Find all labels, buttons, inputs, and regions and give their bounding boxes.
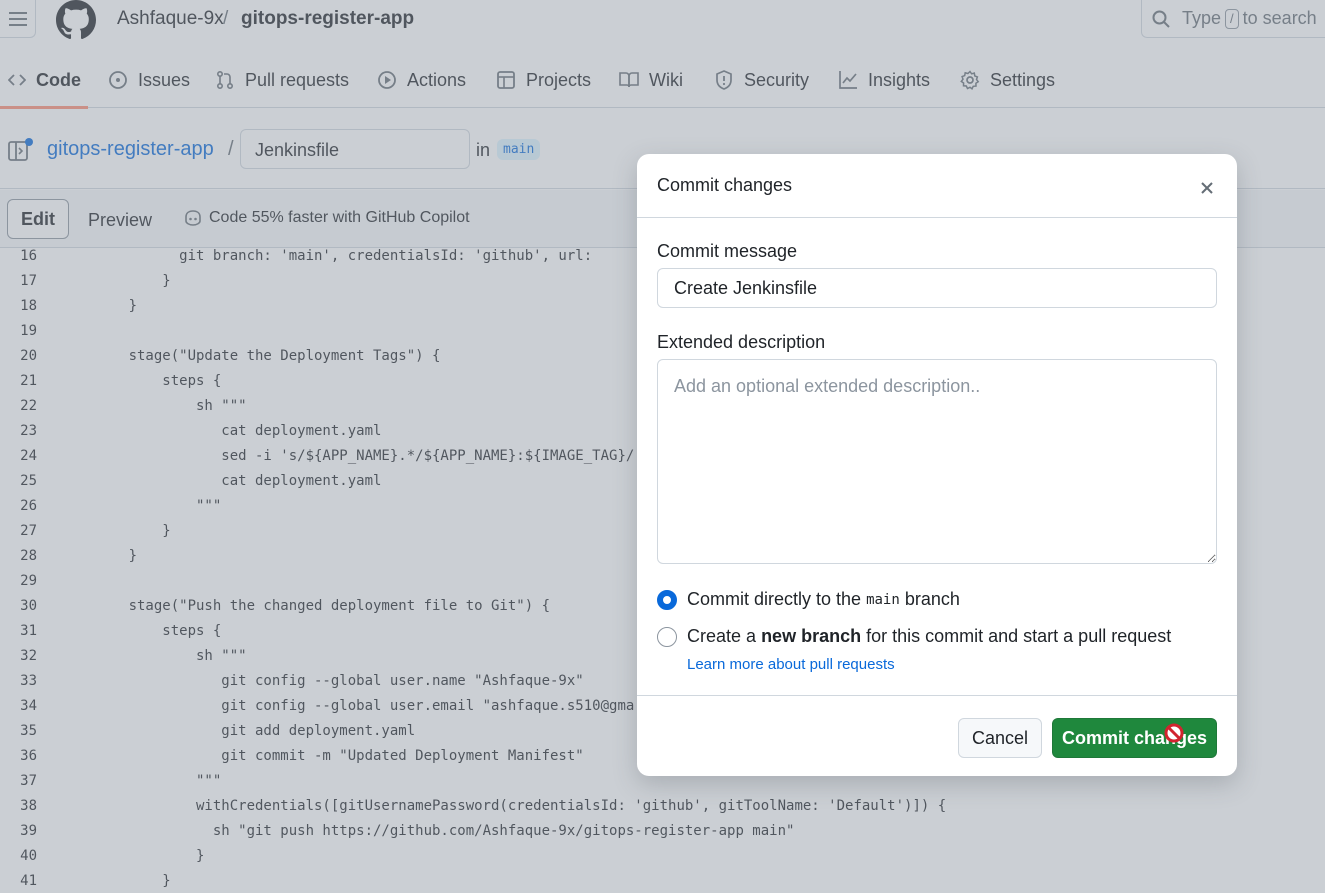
commit-changes-dialog: Commit changes Commit message Extended d… <box>637 154 1237 776</box>
commit-message-label: Commit message <box>657 241 798 261</box>
commit-direct-prefix: Commit directly to the <box>687 589 862 609</box>
extended-description-label: Extended description <box>657 332 826 352</box>
not-allowed-cursor-icon <box>1164 723 1184 743</box>
commit-direct-option[interactable]: Commit directly to the main branch <box>657 589 960 610</box>
new-branch-option[interactable]: Create a new branch for this commit and … <box>657 626 1171 647</box>
new-branch-prefix: Create a <box>687 626 757 646</box>
extended-description-input[interactable] <box>657 359 1217 564</box>
radio-selected[interactable] <box>657 589 677 610</box>
cancel-button[interactable]: Cancel <box>958 718 1042 758</box>
dialog-title: Commit changes <box>657 175 793 195</box>
commit-changes-button[interactable]: Commit changes <box>1052 718 1217 758</box>
new-branch-suffix: for this commit and start a pull request <box>866 626 1172 646</box>
radio-unselected[interactable] <box>657 626 677 647</box>
commit-direct-suffix: branch <box>904 589 960 609</box>
dialog-footer: Cancel Commit changes <box>637 695 1237 776</box>
new-branch-bold: new branch <box>761 626 862 646</box>
close-button[interactable] <box>1195 176 1219 200</box>
close-icon <box>1201 182 1213 194</box>
dialog-header: Commit changes <box>637 154 1237 218</box>
commit-direct-branch: main <box>866 591 900 608</box>
learn-more-link[interactable]: Learn more about pull requests <box>687 656 895 673</box>
commit-message-input[interactable] <box>657 268 1217 308</box>
